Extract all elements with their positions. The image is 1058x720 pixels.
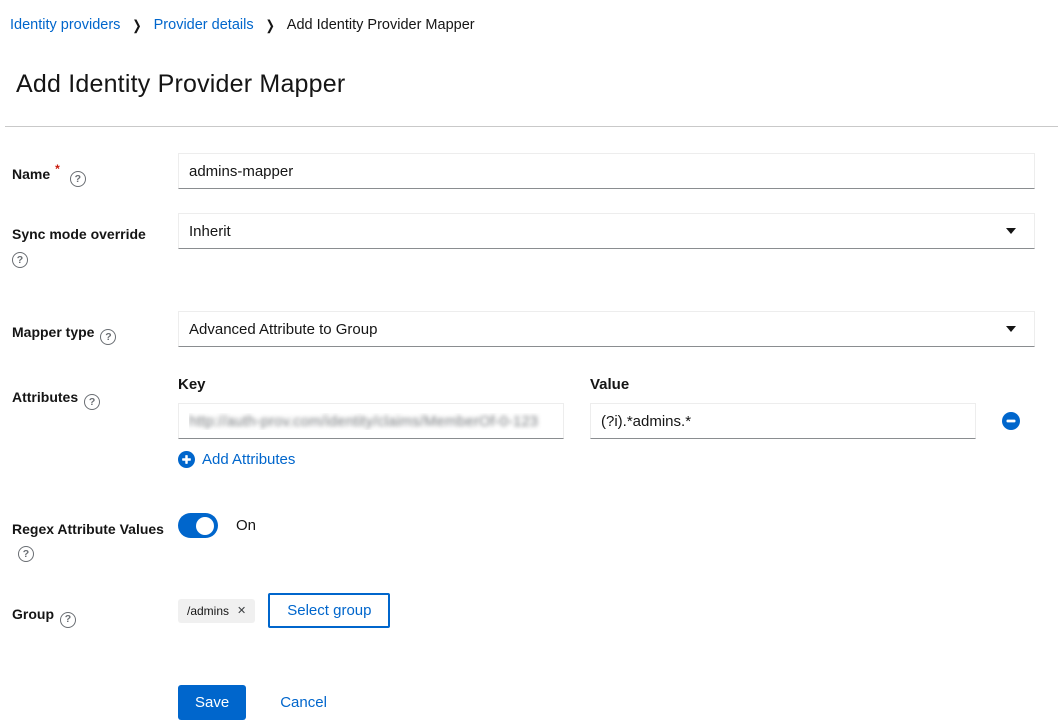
caret-down-icon	[1006, 326, 1016, 332]
minus-circle-icon	[1002, 412, 1020, 430]
form-row-attributes: Attributes? Key Value	[12, 376, 1035, 473]
regex-help-icon[interactable]: ?	[18, 546, 34, 562]
breadcrumb-provider-details[interactable]: Provider details	[154, 17, 254, 33]
toggle-state-label: On	[236, 517, 256, 534]
mapper-type-select[interactable]: Advanced Attribute to Group	[178, 311, 1035, 347]
attributes-help-icon[interactable]: ?	[84, 394, 100, 410]
attributes-value-header: Value	[590, 376, 976, 395]
form-row-group: Group? /admins ✕ Select group	[12, 593, 1035, 628]
sync-mode-select[interactable]: Inherit	[178, 213, 1035, 249]
plus-circle-icon	[178, 451, 195, 468]
attribute-key-input[interactable]	[178, 403, 564, 439]
group-label: Group	[12, 606, 54, 622]
mapper-form: Name *? Sync mode override ? Inherit Mapp…	[0, 127, 1058, 628]
breadcrumb: Identity providers ❯ Provider details ❯ …	[0, 0, 1058, 33]
chevron-right-icon: ❯	[266, 17, 275, 33]
form-row-mapper-type: Mapper type? Advanced Attribute to Group	[12, 311, 1035, 347]
attributes-label: Attributes	[12, 389, 78, 405]
select-group-button[interactable]: Select group	[268, 593, 390, 628]
sync-mode-selected-value: Inherit	[189, 223, 231, 240]
add-attributes-button[interactable]: Add Attributes	[178, 451, 295, 468]
required-asterisk: *	[55, 162, 60, 176]
mapper-type-help-icon[interactable]: ?	[100, 329, 116, 345]
toggle-knob	[196, 517, 214, 535]
caret-down-icon	[1006, 228, 1016, 234]
form-row-sync-mode: Sync mode override ? Inherit	[12, 213, 1035, 268]
breadcrumb-current-page: Add Identity Provider Mapper	[287, 17, 475, 33]
name-help-icon[interactable]: ?	[70, 171, 86, 187]
regex-attribute-values-label: Regex Attribute Values	[12, 521, 164, 537]
chevron-right-icon: ❯	[132, 17, 141, 33]
chip-close-icon[interactable]: ✕	[237, 604, 246, 617]
name-label: Name	[12, 166, 50, 182]
form-actions: Save Cancel	[178, 685, 1058, 720]
attributes-grid: Key Value	[178, 376, 1020, 439]
sync-mode-label: Sync mode override	[12, 226, 146, 242]
breadcrumb-identity-providers[interactable]: Identity providers	[10, 17, 120, 33]
remove-attribute-button[interactable]	[1002, 412, 1020, 430]
form-row-regex-attribute-values: Regex Attribute Values? On	[12, 508, 1035, 562]
group-chip-label: /admins	[187, 604, 229, 618]
group-help-icon[interactable]: ?	[60, 612, 76, 628]
mapper-type-label: Mapper type	[12, 324, 94, 340]
save-button[interactable]: Save	[178, 685, 246, 720]
attribute-value-input[interactable]	[590, 403, 976, 439]
group-chip: /admins ✕	[178, 599, 255, 623]
cancel-button[interactable]: Cancel	[280, 694, 327, 711]
attributes-key-header: Key	[178, 376, 564, 395]
form-row-name: Name *?	[12, 153, 1035, 189]
regex-toggle-switch[interactable]	[178, 513, 218, 538]
mapper-type-selected-value: Advanced Attribute to Group	[189, 321, 377, 338]
add-attributes-label: Add Attributes	[202, 451, 295, 468]
page-title: Add Identity Provider Mapper	[16, 70, 1058, 99]
name-input[interactable]	[178, 153, 1035, 189]
sync-mode-help-icon[interactable]: ?	[12, 252, 28, 268]
